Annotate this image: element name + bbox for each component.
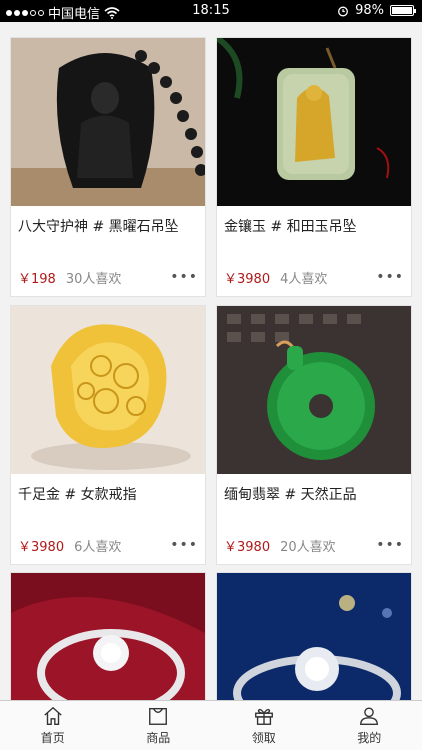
tab-products[interactable]: 商品 [106,701,212,750]
tab-receive[interactable]: 领取 [211,701,317,750]
tab-mine[interactable]: 我的 [317,701,422,750]
battery-icon [390,5,416,16]
product-image-silver-ring-red[interactable] [11,573,205,700]
product-image-obsidian-pendant[interactable] [11,38,205,206]
product-price: ￥198 [18,271,56,287]
product-price: ￥3980 [224,539,271,555]
product-likes: 6人喜欢 [74,539,122,555]
product-title[interactable]: 缅甸翡翠 # 天然正品 [217,474,411,526]
product-card[interactable] [216,572,412,700]
user-icon [360,707,379,725]
product-title[interactable]: 千足金 # 女款戒指 [11,474,205,526]
product-meta: ￥198 30人喜欢 ••• [11,258,205,296]
product-image-jade-pendant[interactable] [217,306,411,474]
product-meta: ￥3980 6人喜欢 ••• [11,526,205,564]
tab-label: 领取 [251,731,276,745]
product-card[interactable]: 金镶玉 # 和田玉吊坠 ￥3980 4人喜欢 ••• [216,37,412,297]
tab-label: 我的 [357,731,382,745]
product-card[interactable]: 缅甸翡翠 # 天然正品 ￥3980 20人喜欢 ••• [216,305,412,565]
tab-label: 首页 [40,731,65,745]
product-title[interactable]: 金镶玉 # 和田玉吊坠 [217,206,411,258]
tab-bar: 首页 商品 领取 我的 [0,700,422,750]
gift-icon [254,708,273,725]
product-title[interactable]: 八大守护神 # 黑曜石吊坠 [11,206,205,258]
product-price: ￥3980 [224,271,271,287]
product-image-diamond-ring-blue[interactable] [217,573,411,700]
more-icon[interactable]: ••• [376,269,404,285]
product-likes: 30人喜欢 [65,271,122,287]
home-icon [44,706,62,725]
product-meta: ￥3980 20人喜欢 ••• [217,526,411,564]
alarm-icon [338,6,349,16]
more-icon[interactable]: ••• [376,537,404,553]
status-right: 98% [337,3,416,18]
battery-percent: 98% [355,3,384,18]
product-image-gold-jade-pendant[interactable] [217,38,411,206]
product-image-gold-ring[interactable] [11,306,205,474]
more-icon[interactable]: ••• [170,537,198,553]
product-card[interactable]: 千足金 # 女款戒指 ￥3980 6人喜欢 ••• [10,305,206,565]
product-card[interactable]: 八大守护神 # 黑曜石吊坠 ￥198 30人喜欢 ••• [10,37,206,297]
status-bar: 中国电信 18:15 98% [0,0,422,22]
tab-label: 商品 [146,731,171,745]
product-card[interactable] [10,572,206,700]
tab-home[interactable]: 首页 [0,701,106,750]
product-price: ￥3980 [18,539,65,555]
product-likes: 20人喜欢 [280,539,336,555]
more-icon[interactable]: ••• [170,269,198,285]
product-grid[interactable]: 八大守护神 # 黑曜石吊坠 ￥198 30人喜欢 ••• 金镶玉 # 和田玉吊坠… [0,22,422,700]
product-likes: 4人喜欢 [280,271,328,287]
product-meta: ￥3980 4人喜欢 ••• [217,258,411,296]
bag-icon [149,707,168,725]
